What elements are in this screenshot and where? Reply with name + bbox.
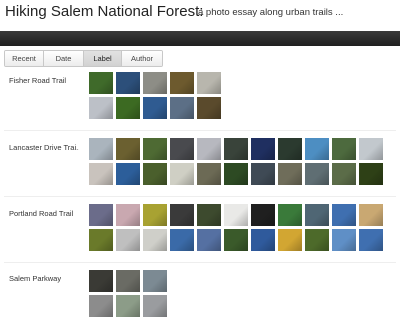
photo-thumbnail[interactable] (278, 229, 302, 251)
photo-thumbnail[interactable] (332, 163, 356, 185)
page-subtitle: a photo essay along urban trails ... (198, 7, 344, 18)
photo-grid-portland-road-trail (89, 204, 383, 251)
photo-thumbnail[interactable] (197, 138, 221, 160)
photo-thumbnail[interactable] (89, 229, 113, 251)
photo-thumbnail[interactable] (170, 229, 194, 251)
section-divider (4, 262, 396, 263)
photo-thumbnail[interactable] (116, 204, 140, 226)
section-label-lancaster-drive-trail[interactable]: Lancaster Drive Trai... (9, 143, 79, 152)
view-tabs: Recent Date Label Author (4, 50, 163, 67)
photo-thumbnail[interactable] (305, 204, 329, 226)
section-label-fisher-road-trail[interactable]: Fisher Road Trail (9, 76, 66, 85)
tab-author[interactable]: Author (122, 51, 162, 66)
photo-thumbnail[interactable] (359, 163, 383, 185)
photo-thumbnail[interactable] (224, 138, 248, 160)
photo-thumbnail[interactable] (116, 295, 140, 317)
photo-thumbnail[interactable] (116, 138, 140, 160)
photo-thumbnail[interactable] (170, 138, 194, 160)
page-header: Hiking Salem National Forest: a photo es… (0, 0, 400, 30)
photo-thumbnail[interactable] (89, 163, 113, 185)
photo-thumbnail[interactable] (305, 163, 329, 185)
photo-thumbnail[interactable] (143, 204, 167, 226)
section-label-portland-road-trail[interactable]: Portland Road Trail (9, 209, 73, 218)
photo-thumbnail[interactable] (89, 295, 113, 317)
photo-thumbnail[interactable] (278, 138, 302, 160)
photo-thumbnail[interactable] (89, 138, 113, 160)
photo-thumbnail[interactable] (251, 138, 275, 160)
photo-thumbnail[interactable] (305, 229, 329, 251)
photo-thumbnail[interactable] (116, 270, 140, 292)
photo-thumbnail[interactable] (143, 163, 167, 185)
photo-thumbnail[interactable] (197, 97, 221, 119)
photo-thumbnail[interactable] (143, 97, 167, 119)
photo-thumbnail[interactable] (305, 138, 329, 160)
section-label-salem-parkway[interactable]: Salem Parkway (9, 274, 61, 283)
photo-thumbnail[interactable] (197, 204, 221, 226)
photo-thumbnail[interactable] (143, 72, 167, 94)
photo-thumbnail[interactable] (359, 229, 383, 251)
photo-thumbnail[interactable] (116, 163, 140, 185)
photo-thumbnail[interactable] (197, 229, 221, 251)
tab-date[interactable]: Date (44, 51, 84, 66)
photo-thumbnail[interactable] (197, 163, 221, 185)
section-divider (4, 130, 396, 131)
photo-thumbnail[interactable] (143, 270, 167, 292)
photo-thumbnail[interactable] (332, 204, 356, 226)
photo-thumbnail[interactable] (197, 72, 221, 94)
photo-grid-lancaster-drive-trail (89, 138, 383, 185)
photo-thumbnail[interactable] (143, 295, 167, 317)
photo-grid-salem-parkway (89, 270, 167, 317)
photo-thumbnail[interactable] (251, 163, 275, 185)
photo-thumbnail[interactable] (116, 229, 140, 251)
photo-thumbnail[interactable] (359, 204, 383, 226)
photo-thumbnail[interactable] (251, 229, 275, 251)
photo-thumbnail[interactable] (224, 163, 248, 185)
photo-grid-fisher-road-trail (89, 72, 221, 119)
photo-thumbnail[interactable] (278, 204, 302, 226)
tab-label[interactable]: Label (84, 51, 122, 66)
page-title[interactable]: Hiking Salem National Forest: (5, 3, 203, 20)
photo-thumbnail[interactable] (143, 229, 167, 251)
top-navigation-bar (0, 31, 400, 46)
photo-thumbnail[interactable] (89, 270, 113, 292)
tab-recent[interactable]: Recent (5, 51, 44, 66)
photo-thumbnail[interactable] (89, 72, 113, 94)
section-divider (4, 196, 396, 197)
photo-thumbnail[interactable] (116, 97, 140, 119)
photo-thumbnail[interactable] (170, 163, 194, 185)
photo-thumbnail[interactable] (278, 163, 302, 185)
photo-thumbnail[interactable] (116, 72, 140, 94)
photo-thumbnail[interactable] (251, 204, 275, 226)
photo-thumbnail[interactable] (89, 204, 113, 226)
photo-thumbnail[interactable] (332, 138, 356, 160)
photo-thumbnail[interactable] (332, 229, 356, 251)
photo-thumbnail[interactable] (170, 72, 194, 94)
photo-thumbnail[interactable] (170, 204, 194, 226)
photo-thumbnail[interactable] (170, 97, 194, 119)
photo-thumbnail[interactable] (143, 138, 167, 160)
photo-thumbnail[interactable] (224, 229, 248, 251)
photo-thumbnail[interactable] (224, 204, 248, 226)
photo-thumbnail[interactable] (359, 138, 383, 160)
photo-thumbnail[interactable] (89, 97, 113, 119)
